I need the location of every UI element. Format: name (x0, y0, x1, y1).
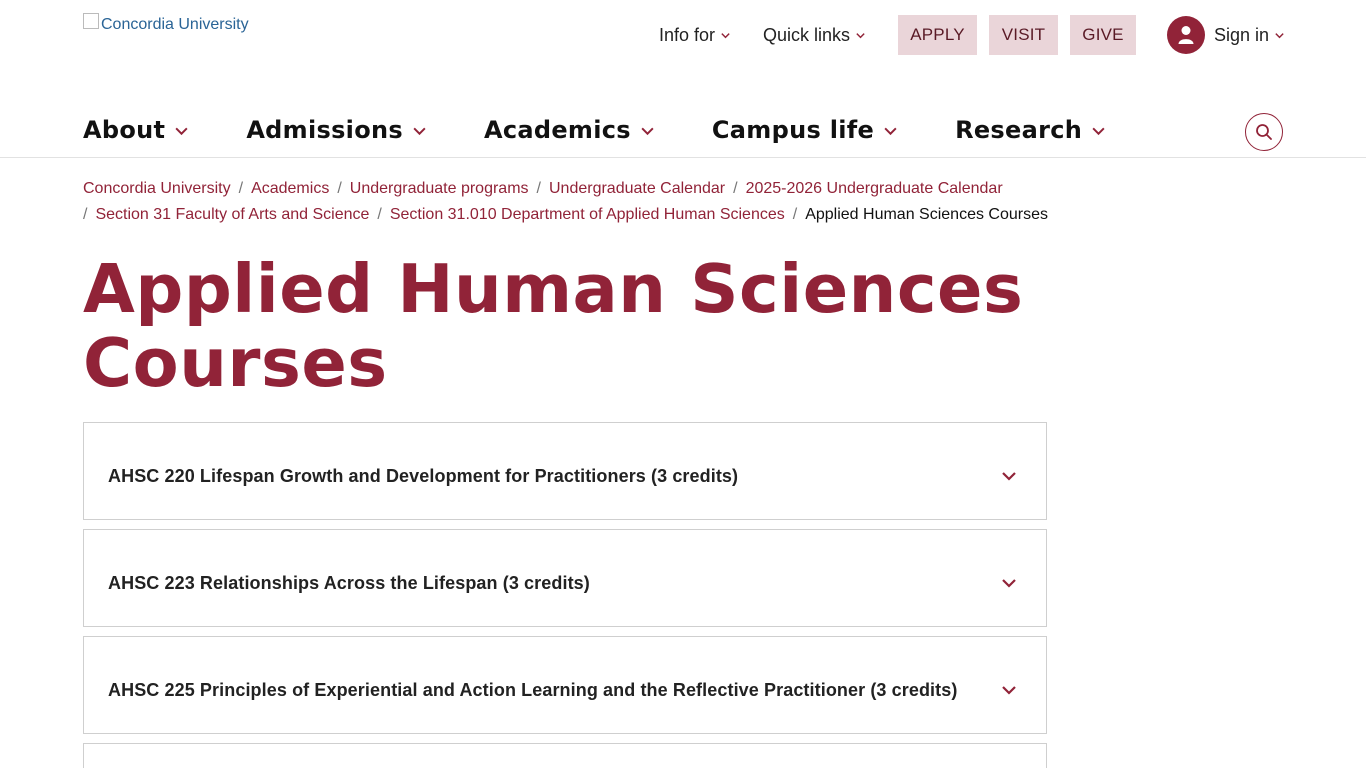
nav-admissions[interactable]: Admissions (246, 116, 427, 144)
nav-academics[interactable]: Academics (484, 116, 655, 144)
breadcrumb-separator: / (792, 206, 798, 223)
course-accordion: AHSC 220 Lifespan Growth and Development… (83, 422, 1047, 768)
breadcrumb: Concordia University / Academics / Undergrad… (83, 176, 1063, 228)
quick-links-menu[interactable]: Quick links (763, 15, 866, 55)
breadcrumb-link[interactable]: Section 31.010 Department of Applied Hum… (390, 206, 785, 223)
chevron-down-icon (1002, 472, 1016, 481)
breadcrumb-link[interactable]: Academics (251, 180, 329, 197)
chevron-down-icon (413, 127, 426, 135)
sign-in-menu[interactable]: Sign in (1167, 15, 1285, 55)
nav-about-label: About (83, 116, 166, 144)
visit-button[interactable]: VISIT (989, 15, 1058, 55)
search-icon (1256, 124, 1272, 140)
apply-button[interactable]: APPLY (898, 15, 977, 55)
university-logo[interactable]: Concordia University (83, 13, 249, 34)
breadcrumb-link[interactable]: 2025-2026 Undergraduate Calendar (746, 180, 1003, 197)
chevron-down-icon (721, 32, 730, 38)
logo-alt-text: Concordia University (101, 16, 249, 33)
chevron-down-icon (1092, 127, 1105, 135)
chevron-down-icon (1275, 32, 1284, 38)
breadcrumb-separator: / (733, 180, 738, 197)
page-title: Applied Human Sciences Courses (83, 252, 1083, 400)
search-button[interactable] (1245, 113, 1283, 151)
course-accordion-item[interactable]: AHSC 225 Principles of Experiential and … (83, 636, 1047, 734)
page-title-line-1: Applied Human Sciences (83, 250, 1024, 328)
breadcrumb-separator: / (238, 180, 244, 197)
user-avatar-icon (1167, 16, 1205, 54)
nav-campus-life[interactable]: Campus life (712, 116, 898, 144)
course-title: AHSC 223 Relationships Across the Lifesp… (108, 572, 590, 593)
nav-about[interactable]: About (83, 116, 189, 144)
quick-links-label: Quick links (763, 24, 851, 45)
nav-divider (0, 157, 1366, 158)
breadcrumb-separator: / (83, 206, 88, 223)
breadcrumb-separator: / (536, 180, 541, 197)
course-accordion-item[interactable]: AHSC 220 Lifespan Growth and Development… (83, 422, 1047, 520)
give-button[interactable]: GIVE (1070, 15, 1136, 55)
chevron-down-icon (884, 127, 897, 135)
course-accordion-item[interactable] (83, 743, 1047, 768)
broken-image-icon (83, 13, 99, 29)
page-title-line-2: Courses (83, 324, 388, 402)
nav-academics-label: Academics (483, 116, 631, 144)
chevron-down-icon (1002, 686, 1016, 695)
main-navigation: About Admissions Academics Campus life R… (83, 110, 1106, 150)
breadcrumb-link[interactable]: Concordia University (83, 180, 231, 197)
course-title: AHSC 220 Lifespan Growth and Development… (108, 465, 739, 486)
breadcrumb-separator: / (337, 180, 342, 197)
breadcrumb-link[interactable]: Section 31 Faculty of Arts and Science (95, 206, 369, 223)
chevron-down-icon (175, 127, 188, 135)
course-title: AHSC 225 Principles of Experiential and … (108, 679, 958, 700)
chevron-down-icon (1002, 579, 1016, 588)
breadcrumb-current: Applied Human Sciences Courses (805, 206, 1048, 223)
chevron-down-icon (641, 127, 654, 135)
nav-research[interactable]: Research (955, 116, 1106, 144)
nav-campus-life-label: Campus life (711, 116, 875, 144)
nav-admissions-label: Admissions (246, 116, 403, 144)
breadcrumb-link[interactable]: Undergraduate programs (350, 180, 529, 197)
sign-in-label: Sign in (1214, 24, 1270, 45)
course-accordion-item[interactable]: AHSC 223 Relationships Across the Lifesp… (83, 529, 1047, 627)
breadcrumb-separator: / (377, 206, 382, 223)
info-for-label: Info for (659, 24, 716, 45)
chevron-down-icon (856, 32, 865, 38)
nav-research-label: Research (955, 116, 1083, 144)
info-for-menu[interactable]: Info for (659, 15, 731, 55)
breadcrumb-link[interactable]: Undergraduate Calendar (549, 180, 725, 197)
